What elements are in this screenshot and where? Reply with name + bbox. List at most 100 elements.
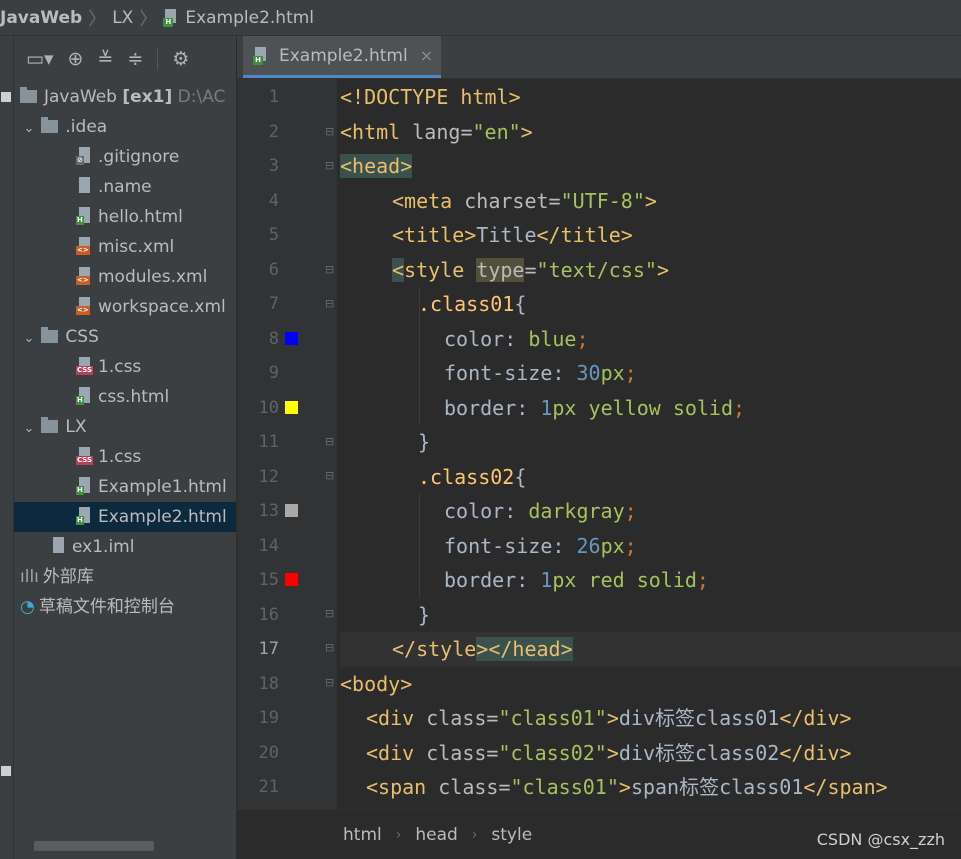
toolbar-divider bbox=[157, 48, 159, 70]
text-file-icon bbox=[76, 177, 92, 195]
code-line-21: <span class="class01">span标签class01</spa… bbox=[366, 775, 888, 799]
line-number: 7 bbox=[268, 294, 279, 314]
chevron-down-icon[interactable]: ⌄ bbox=[22, 324, 36, 354]
code-line-19: <div class="class01">div标签class01</div> bbox=[366, 706, 852, 730]
code-line-10: border: 1px yellow solid; bbox=[444, 395, 746, 420]
code-line-1: <!DOCTYPE html> bbox=[340, 85, 521, 109]
line-number: 18 bbox=[258, 673, 279, 694]
code-line-17: </style></head> bbox=[392, 637, 573, 661]
line-number: 2 bbox=[268, 121, 279, 142]
nav-file[interactable]: Example2.html bbox=[185, 8, 314, 28]
tree-item-external-libraries[interactable]: ıllı 外部库 bbox=[14, 562, 236, 592]
breadcrumb-item-style[interactable]: style bbox=[491, 825, 532, 845]
xml-file-icon: <> bbox=[76, 237, 92, 255]
color-swatch-yellow[interactable] bbox=[285, 401, 298, 414]
fold-marker-icon[interactable]: ⊟ bbox=[325, 676, 334, 689]
fold-end-icon[interactable]: ⊟ bbox=[325, 607, 334, 620]
tree-item-file[interactable]: CSS 1.css bbox=[14, 352, 236, 382]
locate-file-icon[interactable]: ⊕ bbox=[68, 48, 84, 70]
code-line-9: font-size: 30px; bbox=[444, 361, 637, 385]
line-number: 4 bbox=[268, 190, 279, 211]
navigation-bar: JavaWeb 〉 LX 〉 H Example2.html bbox=[0, 0, 961, 36]
view-mode-icon[interactable]: ▭▾ bbox=[26, 48, 54, 70]
color-swatch-red[interactable] bbox=[285, 573, 298, 586]
project-tree: JavaWeb [ex1] D:\AC ⌄ .idea ⊘ .gitignore … bbox=[14, 82, 236, 622]
folder-icon bbox=[41, 327, 59, 343]
chevron-down-icon[interactable]: ⌄ bbox=[22, 114, 36, 144]
breadcrumb-item-head[interactable]: head bbox=[415, 825, 457, 845]
code-line-4: <meta charset="UTF-8"> bbox=[392, 188, 657, 213]
left-tool-strip bbox=[0, 36, 14, 859]
tree-item-file[interactable]: ex1.iml bbox=[14, 532, 236, 562]
tree-item-module[interactable]: JavaWeb [ex1] D:\AC bbox=[14, 82, 236, 112]
line-number: 15 bbox=[258, 570, 279, 590]
xml-file-icon: <> bbox=[76, 267, 92, 285]
tab-example2[interactable]: H Example2.html × bbox=[243, 36, 441, 78]
css-file-icon: CSS bbox=[76, 357, 94, 375]
line-number: 6 bbox=[268, 259, 279, 280]
code-line-7: .class01{ bbox=[418, 292, 527, 316]
code-line-8: color: blue; bbox=[444, 326, 589, 351]
code-line-20: <div class="class02">div标签class02</div> bbox=[366, 740, 852, 765]
fold-marker-icon[interactable]: ⊟ bbox=[325, 263, 334, 276]
code-line-14: font-size: 26px; bbox=[444, 533, 637, 558]
tree-item-file[interactable]: ⊘ .gitignore bbox=[14, 142, 236, 172]
nav-project[interactable]: JavaWeb bbox=[0, 8, 82, 28]
expand-all-icon[interactable]: ≚ bbox=[97, 48, 113, 70]
html-file-icon: H bbox=[76, 207, 92, 225]
nav-folder[interactable]: LX bbox=[112, 8, 133, 28]
folder-icon bbox=[41, 417, 59, 433]
tree-item-file[interactable]: Hhello.html bbox=[14, 202, 236, 232]
html-file-icon: H bbox=[163, 8, 179, 27]
editor-tab-bar: H Example2.html × bbox=[237, 36, 961, 79]
project-tool-icon[interactable] bbox=[1, 92, 11, 102]
line-number-current: 17 bbox=[258, 639, 279, 659]
color-swatch-blue[interactable] bbox=[285, 332, 298, 345]
collapse-all-icon[interactable]: ≑ bbox=[127, 48, 143, 70]
nav-separator-icon: 〉 bbox=[139, 8, 158, 30]
chevron-down-icon[interactable]: ⌄ bbox=[22, 414, 36, 444]
fold-end-icon[interactable]: ⊟ bbox=[325, 435, 334, 448]
code-line-13: color: darkgray; bbox=[444, 499, 637, 523]
editor-area: H Example2.html × 1 2 3 4 5 6 7 8 9 10 1… bbox=[237, 36, 961, 859]
tree-item-selected-file[interactable]: H Example2.html bbox=[14, 502, 236, 532]
html-file-icon: H bbox=[76, 387, 92, 405]
fold-marker-icon[interactable]: ⊟ bbox=[325, 469, 334, 482]
tree-item-file[interactable]: .name bbox=[14, 172, 236, 202]
tab-label: Example2.html bbox=[279, 45, 408, 66]
folder-icon bbox=[41, 117, 59, 133]
structure-tool-icon[interactable] bbox=[1, 766, 11, 776]
tree-item-scratches[interactable]: ◔ 草稿文件和控制台 bbox=[14, 592, 236, 622]
fold-marker-icon[interactable]: ⊟ bbox=[325, 159, 334, 172]
tree-item-file[interactable]: CSS 1.css bbox=[14, 442, 236, 472]
gear-icon[interactable]: ⚙ bbox=[172, 48, 189, 70]
html-file-icon: H bbox=[76, 507, 92, 525]
tree-item-idea-folder[interactable]: ⌄ .idea bbox=[14, 112, 236, 142]
line-number: 9 bbox=[268, 363, 279, 383]
html-file-icon: H bbox=[76, 477, 92, 495]
tree-item-file[interactable]: Hcss.html bbox=[14, 382, 236, 412]
line-number: 21 bbox=[258, 777, 279, 797]
tree-item-file[interactable]: <> misc.xml bbox=[14, 232, 236, 262]
fold-marker-icon[interactable]: ⊟ bbox=[325, 297, 334, 310]
code-line-6: <style type="text/css"> bbox=[392, 257, 669, 282]
close-icon[interactable]: × bbox=[420, 46, 433, 65]
tree-item-css-folder[interactable]: ⌄ CSS bbox=[14, 322, 236, 352]
code-line-18: <body> bbox=[340, 671, 413, 696]
tree-item-lx-folder[interactable]: ⌄ LX bbox=[14, 412, 236, 442]
breadcrumb-item-html[interactable]: html bbox=[343, 825, 382, 845]
line-number: 14 bbox=[258, 535, 279, 556]
breadcrumb-separator-icon: › bbox=[471, 826, 478, 843]
line-number: 19 bbox=[258, 708, 279, 728]
line-number: 8 bbox=[268, 328, 279, 349]
tree-item-file[interactable]: H Example1.html bbox=[14, 472, 236, 502]
project-horizontal-scrollbar[interactable] bbox=[34, 841, 154, 851]
code-line-2: <html lang="en"> bbox=[340, 119, 533, 144]
fold-marker-icon[interactable]: ⊟ bbox=[325, 125, 334, 138]
fold-end-icon[interactable]: ⊟ bbox=[325, 641, 334, 654]
color-swatch-darkgray[interactable] bbox=[285, 504, 298, 517]
code-area[interactable]: <!DOCTYPE html> <html lang="en"> <head> … bbox=[340, 79, 961, 809]
breadcrumb-separator-icon: › bbox=[395, 826, 402, 843]
tree-item-file[interactable]: <> workspace.xml bbox=[14, 292, 236, 322]
tree-item-file[interactable]: <> modules.xml bbox=[14, 262, 236, 292]
